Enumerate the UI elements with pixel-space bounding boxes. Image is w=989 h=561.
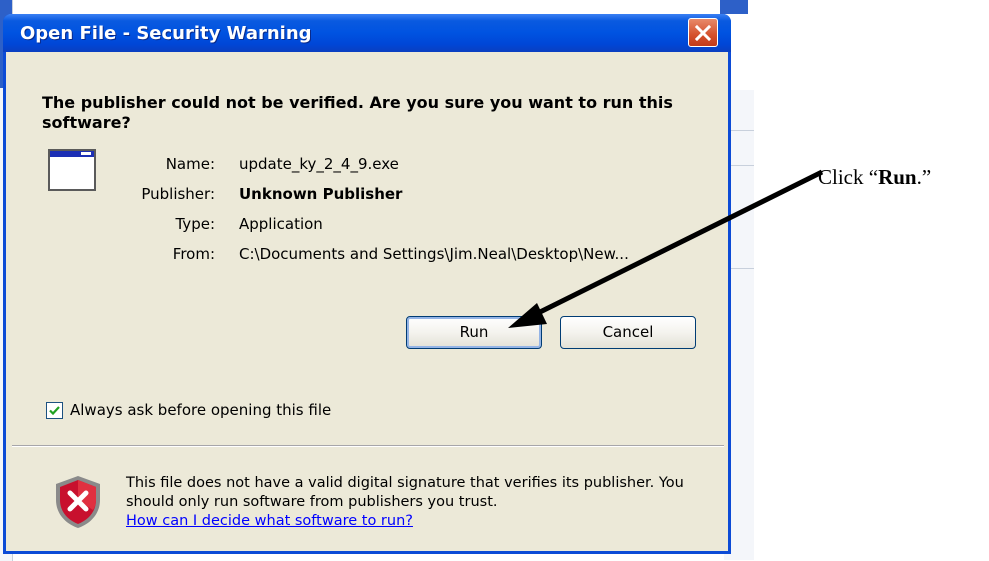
pointer-arrow bbox=[508, 169, 824, 328]
instruction-annotation: Click “Run.” bbox=[818, 165, 931, 190]
annotation-suffix: .” bbox=[916, 165, 932, 189]
annotation-emphasis: Run bbox=[878, 165, 917, 189]
annotation-prefix: Click “ bbox=[818, 165, 879, 189]
